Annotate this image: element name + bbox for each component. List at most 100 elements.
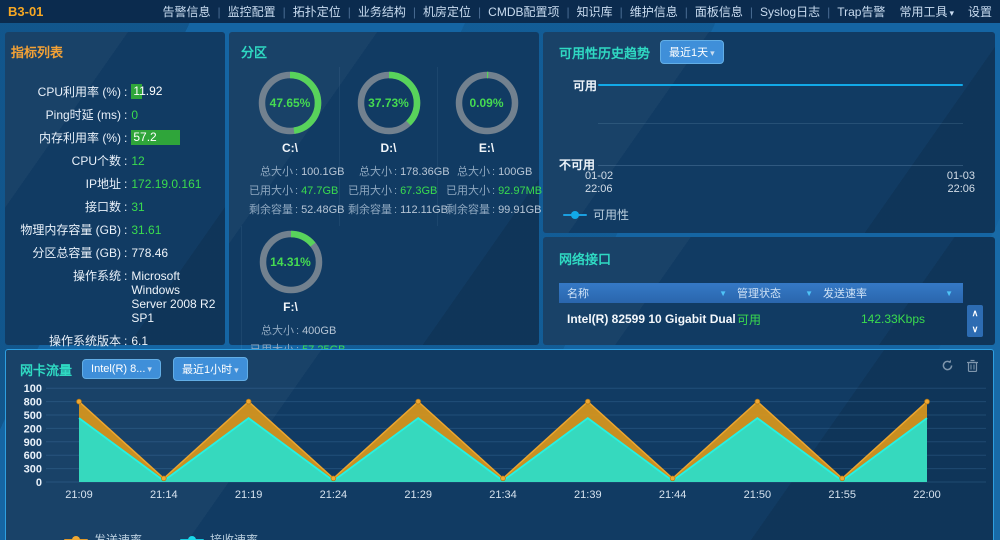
metric-row: 分区总容量 (GB):778.46	[11, 246, 217, 260]
metric-value: 57.2	[131, 130, 156, 144]
metric-colon: :	[124, 334, 127, 348]
availability-range-button[interactable]: 最近1天▾	[660, 40, 724, 64]
caret-down-icon: ▾	[147, 364, 152, 374]
sort-down-icon: ▼	[805, 289, 813, 298]
metric-label: 内存利用率 (%)	[11, 131, 121, 145]
interface-name: Intel(R) 82599 10 Gigabit Dual Port Netw…	[559, 312, 737, 326]
delete-icon[interactable]	[966, 359, 979, 377]
caret-down-icon: ▾	[949, 8, 954, 18]
scroll-down-button[interactable]: ∨	[967, 321, 983, 337]
availability-gridline	[598, 123, 963, 124]
partition-used: 47.7GB	[301, 182, 338, 201]
partition-total: 400GB	[302, 322, 336, 341]
nav-item-3[interactable]: 业务结构	[358, 3, 406, 20]
column-header-name[interactable]: 名称▼	[559, 285, 737, 301]
metric-colon: :	[124, 246, 127, 260]
nav-item-7[interactable]: 维护信息	[630, 3, 678, 20]
metric-colon: :	[124, 108, 127, 122]
availability-axis-line	[598, 165, 963, 166]
nav-item-1[interactable]: 监控配置	[228, 3, 276, 20]
metric-label: CPU个数	[11, 154, 121, 168]
svg-text:21:09: 21:09	[65, 489, 93, 501]
nav-item-tools[interactable]: 常用工具▾	[899, 3, 954, 20]
nav-item-8[interactable]: 面板信息	[695, 3, 743, 20]
availability-panel-title: 可用性历史趋势	[559, 43, 650, 62]
scroll-up-button[interactable]: ∧	[967, 305, 983, 321]
partition-total: 100.1GB	[301, 163, 344, 182]
nav-separator: |	[478, 5, 481, 19]
metric-label: Ping时延 (ms)	[11, 108, 121, 122]
traffic-panel-title: 网卡流量	[20, 360, 72, 379]
svg-text:300: 300	[24, 464, 42, 476]
metric-row: 内存利用率 (%):57.2	[11, 131, 217, 145]
partition-stats: 总大小:178.36GB 已用大小:67.3GB 剩余容量:112.11GB	[340, 163, 437, 220]
nav-item-5[interactable]: CMDB配置项	[488, 3, 559, 20]
nav-item-4[interactable]: 机房定位	[423, 3, 471, 20]
svg-text:21:14: 21:14	[150, 489, 178, 501]
partitions-panel-title: 分区	[241, 42, 535, 61]
availability-panel: 可用性历史趋势 最近1天▾ 可用 不可用 01-0222:06 01-0322:…	[543, 32, 995, 233]
column-header-rate[interactable]: 发送速率▼	[823, 285, 963, 301]
metric-value: Microsoft Windows Server 2008 R2 SP1	[131, 269, 217, 325]
availability-y-top-label: 可用	[573, 77, 597, 94]
metric-progress-bar: 57.2	[131, 130, 217, 145]
partition-name: D:\	[340, 141, 437, 155]
partition-card: 37.73% D:\ 总大小:178.36GB 已用大小:67.3GB 剩余容量…	[339, 67, 437, 226]
legend-dot-icon	[571, 211, 579, 219]
metric-row: CPU个数:12	[11, 154, 217, 168]
network-table-row[interactable]: Intel(R) 82599 10 Gigabit Dual Port Netw…	[559, 303, 963, 335]
metric-label: 操作系统	[11, 269, 121, 325]
legend-item-send[interactable]: 发送速率	[64, 531, 142, 540]
nav-item-settings[interactable]: 设置	[968, 3, 992, 20]
metrics-panel-title: 指标列表	[11, 42, 217, 61]
metric-label: 物理内存容量 (GB)	[11, 223, 121, 237]
app-title: B3-01	[8, 4, 43, 19]
caret-down-icon: ▾	[710, 48, 715, 58]
metric-colon: :	[124, 154, 127, 168]
partition-used: 92.97MB	[498, 182, 542, 201]
nav-item-9[interactable]: Syslog日志	[760, 3, 820, 20]
metric-value: 31	[131, 200, 217, 214]
partition-donut-chart: 14.31%	[259, 230, 323, 294]
traffic-legend: 发送速率 接收速率	[64, 531, 296, 540]
nav-item-10[interactable]: Trap告警	[837, 3, 885, 20]
metric-value: 31.61	[131, 223, 217, 237]
partition-total: 100GB	[498, 163, 532, 182]
partition-donut-chart: 37.73%	[357, 71, 421, 135]
svg-text:21:34: 21:34	[489, 489, 517, 501]
metric-row: 操作系统版本:6.1	[11, 334, 217, 348]
legend-item-recv[interactable]: 接收速率	[180, 531, 258, 540]
partition-card: 0.09% E:\ 总大小:100GB 已用大小:92.97MB 剩余容量:99…	[437, 67, 535, 226]
metric-row: 接口数:31	[11, 200, 217, 214]
column-header-status[interactable]: 管理状态▼	[737, 285, 823, 301]
metrics-panel: 指标列表 CPU利用率 (%):11.92Ping时延 (ms):0内存利用率 …	[5, 32, 225, 345]
partition-percent: 0.09%	[455, 71, 519, 135]
svg-text:22:00: 22:00	[913, 489, 941, 501]
refresh-icon[interactable]	[941, 359, 954, 377]
legend-dot-icon	[72, 536, 80, 540]
nav-item-2[interactable]: 拓扑定位	[293, 3, 341, 20]
nav-separator: |	[827, 5, 830, 19]
sort-down-icon: ▼	[719, 289, 727, 298]
metric-value: 778.46	[131, 246, 217, 260]
metric-colon: :	[124, 269, 127, 325]
availability-legend-item[interactable]: 可用性	[563, 206, 629, 223]
metric-colon: :	[124, 85, 127, 99]
partition-free: 99.91GB	[498, 201, 541, 220]
nav-separator: |	[567, 5, 570, 19]
svg-text:500: 500	[24, 410, 42, 422]
table-scrollbar: ∧ ∨	[967, 305, 983, 337]
interface-rate: 142.33Kbps	[823, 312, 963, 326]
svg-text:0: 0	[36, 477, 42, 489]
nav-menu: 告警信息|监控配置|拓扑定位|业务结构|机房定位|CMDB配置项|知识库|维护信…	[162, 3, 992, 20]
svg-text:21:29: 21:29	[404, 489, 432, 501]
svg-text:100: 100	[24, 383, 42, 395]
traffic-device-select[interactable]: Intel(R) 8...▾	[82, 359, 161, 379]
availability-x-end: 01-0322:06	[947, 170, 975, 196]
nav-item-6[interactable]: 知识库	[577, 3, 613, 20]
nav-separator: |	[620, 5, 623, 19]
metric-colon: :	[124, 223, 127, 237]
metric-row: CPU利用率 (%):11.92	[11, 85, 217, 99]
nav-item-0[interactable]: 告警信息	[162, 3, 210, 20]
partition-used: 67.3GB	[400, 182, 437, 201]
